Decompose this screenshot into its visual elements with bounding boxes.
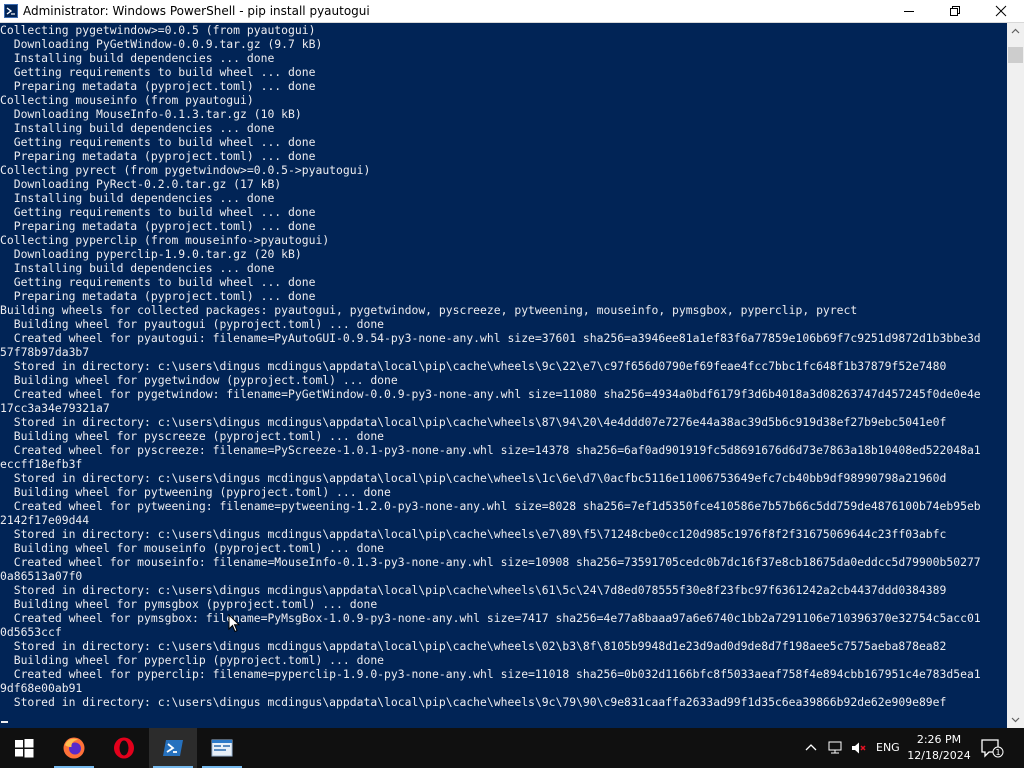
console-line: Created wheel for pyperclip: filename=py…: [0, 667, 981, 681]
console-line: Getting requirements to build wheel ... …: [0, 275, 316, 289]
window-title: Administrator: Windows PowerShell - pip …: [23, 4, 370, 18]
firefox-icon: [63, 737, 85, 759]
close-button[interactable]: [978, 0, 1024, 22]
close-icon: [995, 5, 1007, 17]
vertical-scrollbar[interactable]: [1007, 23, 1024, 728]
volume-muted-icon[interactable]: [850, 740, 868, 756]
console-line: Building wheel for pyperclip (pyproject.…: [0, 653, 385, 667]
console-line: Preparing metadata (pyproject.toml) ... …: [0, 289, 316, 303]
console-line: Created wheel for mouseinfo: filename=Mo…: [0, 555, 981, 569]
minimize-icon: [904, 11, 914, 12]
taskbar-opera[interactable]: [100, 728, 148, 768]
console-line: eccff18efb3f: [0, 457, 83, 471]
chevron-down-icon: [1011, 717, 1020, 723]
windows-start-icon: [15, 739, 34, 758]
console-line: Getting requirements to build wheel ... …: [0, 135, 316, 149]
console-line: Building wheel for pymsgbox (pyproject.t…: [0, 597, 378, 611]
console-line: Created wheel for pytweening: filename=p…: [0, 499, 981, 513]
console-line: 57f78b97da3b7: [0, 345, 90, 359]
console-line: Getting requirements to build wheel ... …: [0, 65, 316, 79]
app-window-icon: [211, 739, 233, 757]
console-line: Stored in directory: c:\users\dingus mcd…: [0, 359, 947, 373]
minimize-button[interactable]: [886, 0, 932, 22]
console-line: Building wheel for pyscreeze (pyproject.…: [0, 429, 385, 443]
taskbar-firefox[interactable]: [50, 728, 98, 768]
console-lines: Collecting pygetwindow>=0.0.5 (from pyau…: [0, 23, 1007, 709]
chevron-up-icon: [1011, 28, 1020, 34]
console-line: Building wheels for collected packages: …: [0, 303, 858, 317]
console-line: Installing build dependencies ... done: [0, 121, 275, 135]
console-line: Installing build dependencies ... done: [0, 51, 275, 65]
powershell-icon: [163, 740, 183, 756]
chevron-up-icon[interactable]: [804, 740, 818, 756]
notification-count: 1: [995, 748, 1000, 757]
console-line: Collecting pyperclip (from mouseinfo->py…: [0, 233, 330, 247]
taskbar-app-window[interactable]: [198, 728, 246, 768]
console-line: Created wheel for pygetwindow: filename=…: [0, 387, 981, 401]
window-title-bar[interactable]: Administrator: Windows PowerShell - pip …: [0, 0, 1024, 23]
console-line: 0a86513a07f0: [0, 569, 83, 583]
scroll-down-button[interactable]: [1007, 711, 1024, 728]
console-line: Collecting mouseinfo (from pyautogui): [0, 93, 254, 107]
start-button[interactable]: [0, 728, 48, 768]
console-line: Created wheel for pymsgbox: filename=PyM…: [0, 611, 981, 625]
network-icon[interactable]: [826, 740, 844, 756]
console-line: Building wheel for mouseinfo (pyproject.…: [0, 541, 385, 555]
console-output[interactable]: Collecting pygetwindow>=0.0.5 (from pyau…: [0, 23, 1007, 728]
action-center-button[interactable]: 1: [980, 738, 1004, 762]
taskbar: ENG 2:26 PM 12/18/2024 1: [0, 728, 1024, 768]
clock[interactable]: 2:26 PM 12/18/2024: [906, 732, 972, 764]
console-line: Downloading pyperclip-1.9.0.tar.gz (20 k…: [0, 247, 302, 261]
language-indicator[interactable]: ENG: [876, 741, 900, 754]
console-line: Building wheel for pytweening (pyproject…: [0, 485, 391, 499]
console-line: Stored in directory: c:\users\dingus mcd…: [0, 527, 947, 541]
console-line: Building wheel for pygetwindow (pyprojec…: [0, 373, 398, 387]
console-line: 0d5653ccf: [0, 625, 62, 639]
clock-date: 12/18/2024: [907, 749, 971, 762]
console-line: Collecting pygetwindow>=0.0.5 (from pyau…: [0, 23, 316, 37]
console-line: Preparing metadata (pyproject.toml) ... …: [0, 79, 316, 93]
console-line: Preparing metadata (pyproject.toml) ... …: [0, 219, 316, 233]
console-line: Stored in directory: c:\users\dingus mcd…: [0, 471, 947, 485]
console-line: Installing build dependencies ... done: [0, 191, 275, 205]
scroll-thumb[interactable]: [1008, 47, 1023, 63]
console-line: Stored in directory: c:\users\dingus mcd…: [0, 415, 947, 429]
console-line: Stored in directory: c:\users\dingus mcd…: [0, 639, 947, 653]
taskbar-powershell[interactable]: [149, 728, 197, 768]
console-line: Stored in directory: c:\users\dingus mcd…: [0, 583, 947, 597]
console-line: Created wheel for pyautogui: filename=Py…: [0, 331, 981, 345]
notification-icon: 1: [981, 739, 1004, 758]
console-line: Stored in directory: c:\users\dingus mcd…: [0, 695, 947, 709]
mouse-pointer-icon: [228, 614, 240, 633]
console-line: Preparing metadata (pyproject.toml) ... …: [0, 149, 316, 163]
text-cursor: [1, 721, 8, 723]
console-line: Downloading PyRect-0.2.0.tar.gz (17 kB): [0, 177, 282, 191]
powershell-icon: [4, 4, 18, 18]
console-line: Building wheel for pyautogui (pyproject.…: [0, 317, 385, 331]
scroll-up-button[interactable]: [1007, 23, 1024, 40]
console-line: Downloading MouseInfo-0.1.3.tar.gz (10 k…: [0, 107, 302, 121]
console-line: Installing build dependencies ... done: [0, 261, 275, 275]
console-line: Collecting pyrect (from pygetwindow>=0.0…: [0, 163, 371, 177]
restore-icon: [950, 6, 960, 16]
clock-time: 2:26 PM: [916, 733, 962, 746]
console-line: 9df68e00ab91: [0, 681, 83, 695]
opera-icon: [114, 737, 134, 759]
console-line: 17cc3a34e79321a7: [0, 401, 110, 415]
console-line: Getting requirements to build wheel ... …: [0, 205, 316, 219]
console-line: 2142f17e09d44: [0, 513, 90, 527]
console-line: Downloading PyGetWindow-0.0.9.tar.gz (9.…: [0, 37, 323, 51]
restore-button[interactable]: [932, 0, 978, 22]
console-line: Created wheel for pyscreeze: filename=Py…: [0, 443, 981, 457]
